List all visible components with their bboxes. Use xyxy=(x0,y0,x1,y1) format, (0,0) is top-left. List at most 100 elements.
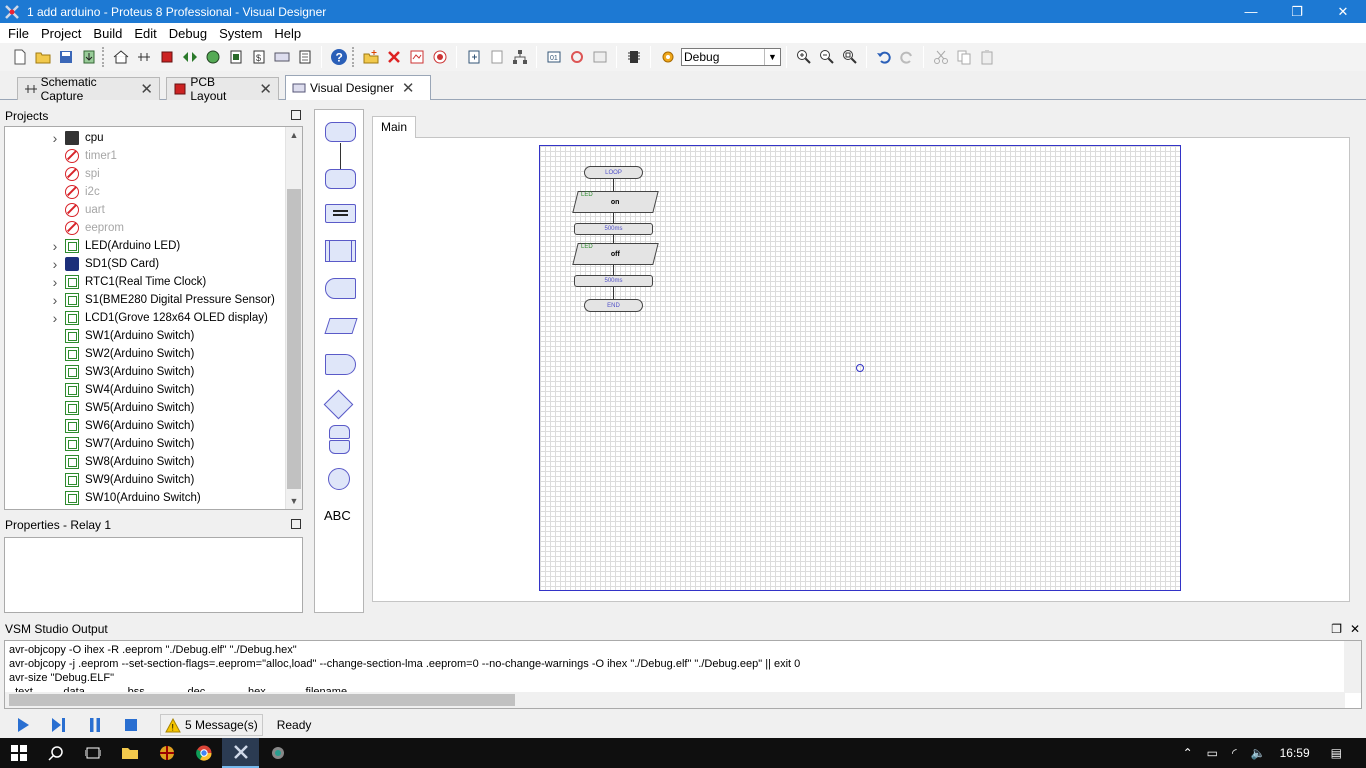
cut-icon[interactable] xyxy=(929,46,952,68)
menu-debug[interactable]: Debug xyxy=(163,26,213,41)
clock[interactable]: 16:59 xyxy=(1280,746,1310,760)
scroll-down-icon[interactable]: ▼ xyxy=(286,493,302,509)
text-tool[interactable]: ABC xyxy=(324,508,351,523)
network-button[interactable] xyxy=(508,46,531,68)
copy-icon[interactable] xyxy=(952,46,975,68)
tree-item[interactable]: › S1(BME280 Digital Pressure Sensor) xyxy=(49,291,275,309)
wifi-icon[interactable]: ◜ xyxy=(1232,746,1237,760)
tab-schematic-capture[interactable]: Schematic Capture ✕ xyxy=(17,75,160,103)
close-icon[interactable]: ✕ xyxy=(259,80,272,98)
end-block[interactable]: END xyxy=(584,299,643,312)
output-console[interactable]: avr-objcopy -O ihex -R .eeprom "./Debug.… xyxy=(4,640,1362,709)
expand-arrow-icon[interactable]: › xyxy=(49,256,61,272)
projects-scrollbar[interactable]: ▲ ▼ xyxy=(285,127,302,509)
zoom-in-icon[interactable] xyxy=(792,46,815,68)
volume-icon[interactable]: 🔈 xyxy=(1251,746,1266,760)
pin-icon[interactable] xyxy=(291,519,301,529)
new-project-button[interactable] xyxy=(359,46,382,68)
tree-item[interactable]: SW2(Arduino Switch) xyxy=(49,345,194,363)
tree-item[interactable]: eeprom xyxy=(49,219,124,237)
connector-block-tool[interactable] xyxy=(328,468,350,490)
tree-item[interactable]: SW4(Arduino Switch) xyxy=(49,381,194,399)
add-resource-button[interactable] xyxy=(485,46,508,68)
record-button[interactable] xyxy=(428,46,451,68)
windows-start-icon[interactable] xyxy=(0,738,37,768)
file-explorer-icon[interactable] xyxy=(111,738,148,768)
tree-item[interactable]: uart xyxy=(49,201,105,219)
menu-help[interactable]: Help xyxy=(268,26,307,41)
close-button[interactable]: ✕ xyxy=(1320,0,1366,23)
menu-project[interactable]: Project xyxy=(35,26,87,41)
decision-block-tool[interactable] xyxy=(323,389,354,420)
tree-item[interactable]: SW7(Arduino Switch) xyxy=(49,435,194,453)
loop-start-tool[interactable] xyxy=(329,425,350,439)
open-folder-button[interactable] xyxy=(31,46,54,68)
chip-button[interactable] xyxy=(622,46,645,68)
restore-pane-icon[interactable]: ❐ xyxy=(1331,620,1342,638)
tab-visual-designer[interactable]: Visual Designer ✕ xyxy=(285,75,431,100)
output-vscrollbar[interactable] xyxy=(1344,641,1361,693)
schematic-button[interactable] xyxy=(132,46,155,68)
expand-arrow-icon[interactable]: › xyxy=(49,274,61,290)
menu-edit[interactable]: Edit xyxy=(128,26,162,41)
home-button[interactable] xyxy=(109,46,132,68)
pcb-button[interactable] xyxy=(155,46,178,68)
menu-system[interactable]: System xyxy=(213,26,268,41)
tree-item[interactable]: SW5(Arduino Switch) xyxy=(49,399,194,417)
expand-arrow-icon[interactable]: › xyxy=(49,130,61,146)
tab-pcb-layout[interactable]: PCB Layout ✕ xyxy=(166,75,279,103)
source-code-button[interactable] xyxy=(270,46,293,68)
build-project-button[interactable]: 01 xyxy=(542,46,565,68)
event-block-tool[interactable] xyxy=(325,122,356,142)
tree-item[interactable]: › LCD1(Grove 128x64 OLED display) xyxy=(49,309,268,327)
help-icon[interactable]: ? xyxy=(327,46,350,68)
battery-icon[interactable]: ▭ xyxy=(1207,746,1218,760)
tree-item[interactable]: › RTC1(Real Time Clock) xyxy=(49,273,207,291)
close-icon[interactable]: ✕ xyxy=(140,80,153,98)
redo-icon[interactable] xyxy=(895,46,918,68)
tree-item[interactable]: SW6(Arduino Switch) xyxy=(49,417,194,435)
scrollbar-thumb[interactable] xyxy=(287,189,301,489)
chrome-icon[interactable] xyxy=(185,738,222,768)
new-file-button[interactable] xyxy=(8,46,31,68)
pin-icon[interactable] xyxy=(291,110,301,120)
messages-button[interactable]: ! 5 Message(s) xyxy=(160,714,263,736)
step-icon[interactable] xyxy=(46,714,72,736)
io-block-tool[interactable] xyxy=(324,318,358,334)
loop-end-tool[interactable] xyxy=(329,440,350,454)
app-taskbar-icon[interactable] xyxy=(148,738,185,768)
delay-block-tool[interactable] xyxy=(325,354,356,375)
tree-item[interactable]: › cpu xyxy=(49,129,104,147)
menu-file[interactable]: File xyxy=(2,26,35,41)
proteus-taskbar-icon[interactable] xyxy=(222,738,259,768)
scroll-up-icon[interactable]: ▲ xyxy=(286,127,302,143)
tree-item[interactable]: › LED(Arduino LED) xyxy=(49,237,181,255)
delay-block[interactable]: 500ms xyxy=(574,275,653,287)
tree-item[interactable]: › SD1(SD Card) xyxy=(49,255,159,273)
expand-arrow-icon[interactable]: › xyxy=(49,292,61,308)
tab-main[interactable]: Main xyxy=(372,116,416,138)
build-configuration-select[interactable]: Debug ▼ xyxy=(681,48,781,66)
end-block-tool[interactable] xyxy=(325,169,356,189)
stop-icon[interactable] xyxy=(118,714,144,736)
bill-of-materials-button[interactable]: $ xyxy=(247,46,270,68)
save-button[interactable] xyxy=(54,46,77,68)
chevron-up-icon[interactable]: ⌃ xyxy=(1183,746,1193,760)
storage-block-tool[interactable] xyxy=(325,278,356,299)
close-pane-icon[interactable]: ✕ xyxy=(1350,620,1360,638)
loop-block[interactable]: LOOP xyxy=(584,166,643,179)
notifications-icon[interactable]: ▤ xyxy=(1331,746,1342,760)
delay-block[interactable]: 500ms xyxy=(574,223,653,235)
search-icon[interactable] xyxy=(37,738,74,768)
close-icon[interactable]: ✕ xyxy=(402,79,415,97)
zoom-all-icon[interactable] xyxy=(838,46,861,68)
tree-item[interactable]: SW9(Arduino Switch) xyxy=(49,471,194,489)
expand-arrow-icon[interactable]: › xyxy=(49,310,61,326)
subroutine-block-tool[interactable] xyxy=(325,240,356,262)
configuration-gear-icon[interactable] xyxy=(656,46,679,68)
scrollbar-thumb[interactable] xyxy=(9,694,515,706)
rebuild-button[interactable] xyxy=(565,46,588,68)
import-button[interactable] xyxy=(77,46,100,68)
tree-item[interactable]: i2c xyxy=(49,183,100,201)
menu-build[interactable]: Build xyxy=(87,26,128,41)
